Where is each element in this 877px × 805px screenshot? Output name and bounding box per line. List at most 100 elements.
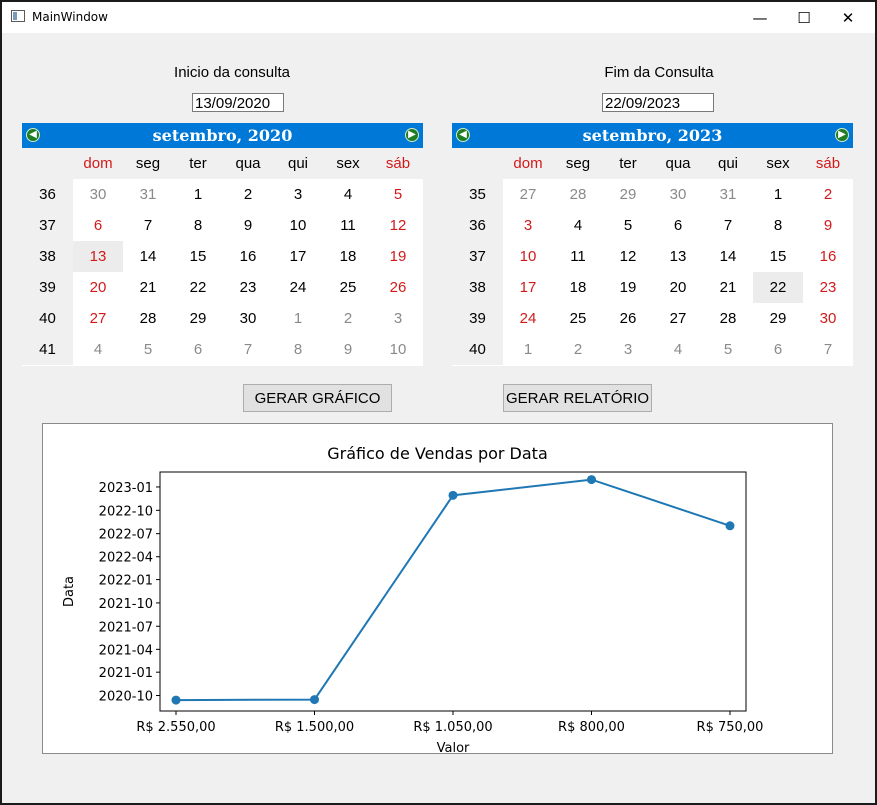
calendar-day[interactable]: 25: [323, 272, 373, 303]
generate-report-button[interactable]: GERAR RELATÓRIO: [503, 384, 652, 412]
calendar-day[interactable]: 14: [703, 241, 753, 272]
calendar-day[interactable]: 28: [703, 303, 753, 334]
calendar-day[interactable]: 3: [603, 334, 653, 365]
close-button[interactable]: ✕: [825, 2, 871, 33]
calendar-day[interactable]: 30: [223, 303, 273, 334]
calendar-day[interactable]: 16: [803, 241, 853, 272]
calendar-day[interactable]: 20: [653, 272, 703, 303]
calendar-day[interactable]: 8: [173, 210, 223, 241]
calendar-day[interactable]: 2: [223, 179, 273, 210]
calendar-day[interactable]: 5: [123, 334, 173, 365]
calendar-day[interactable]: 2: [803, 179, 853, 210]
calendar-day[interactable]: 5: [603, 210, 653, 241]
calendar-day[interactable]: 7: [703, 210, 753, 241]
calendar-day[interactable]: 18: [323, 241, 373, 272]
calendar-day[interactable]: 10: [373, 334, 423, 365]
calendar-day[interactable]: 15: [173, 241, 223, 272]
y-axis-label: Data: [62, 576, 77, 607]
calendar-day[interactable]: 16: [223, 241, 273, 272]
calendar-day[interactable]: 5: [703, 334, 753, 365]
maximize-button[interactable]: ☐: [781, 2, 827, 33]
calendar-day[interactable]: 6: [653, 210, 703, 241]
calendar-day[interactable]: 29: [173, 303, 223, 334]
calendar-day[interactable]: 18: [553, 272, 603, 303]
calendar-day[interactable]: 3: [503, 210, 553, 241]
calendar-day[interactable]: 27: [73, 303, 123, 334]
calendar-day[interactable]: 30: [803, 303, 853, 334]
calendar-day[interactable]: 4: [653, 334, 703, 365]
calendar-day[interactable]: 1: [273, 303, 323, 334]
calendar-day[interactable]: 25: [553, 303, 603, 334]
calendar-day[interactable]: 28: [553, 179, 603, 210]
calendar-day[interactable]: 31: [123, 179, 173, 210]
calendar-day[interactable]: 13: [73, 241, 123, 272]
calendar-day[interactable]: 26: [603, 303, 653, 334]
calendar-day[interactable]: 4: [323, 179, 373, 210]
calendar-day[interactable]: 6: [73, 210, 123, 241]
calendar-day[interactable]: 20: [73, 272, 123, 303]
weekday-header: sex: [753, 148, 803, 179]
start-calendar[interactable]: ◀ setembro, 2020 ▶ dom seg ter qua qui sex sáb…: [22, 123, 423, 366]
calendar-day[interactable]: 6: [753, 334, 803, 365]
calendar-day[interactable]: 29: [753, 303, 803, 334]
calendar-day[interactable]: 5: [373, 179, 423, 210]
calendar-day[interactable]: 27: [503, 179, 553, 210]
start-date-input[interactable]: 13/09/2020: [192, 93, 284, 112]
calendar-day[interactable]: 22: [173, 272, 223, 303]
next-month-icon[interactable]: ▶: [405, 128, 419, 142]
calendar-day[interactable]: 19: [603, 272, 653, 303]
calendar-day[interactable]: 26: [373, 272, 423, 303]
calendar-day[interactable]: 7: [803, 334, 853, 365]
calendar-day[interactable]: 8: [753, 210, 803, 241]
calendar-day[interactable]: 7: [123, 210, 173, 241]
calendar-day[interactable]: 23: [223, 272, 273, 303]
calendar-day[interactable]: 4: [553, 210, 603, 241]
calendar-day[interactable]: 11: [323, 210, 373, 241]
generate-chart-button[interactable]: GERAR GRÁFICO: [243, 384, 392, 412]
calendar-day[interactable]: 9: [323, 334, 373, 365]
calendar-day[interactable]: 1: [173, 179, 223, 210]
calendar-day[interactable]: 30: [73, 179, 123, 210]
calendar-day[interactable]: 14: [123, 241, 173, 272]
minimize-button[interactable]: —: [737, 2, 783, 33]
end-calendar[interactable]: ◀ setembro, 2023 ▶ dom seg ter qua qui sex sáb…: [452, 123, 853, 366]
calendar-day[interactable]: 19: [373, 241, 423, 272]
calendar-day[interactable]: 10: [503, 241, 553, 272]
calendar-day[interactable]: 21: [123, 272, 173, 303]
calendar-day[interactable]: 9: [223, 210, 273, 241]
calendar-day[interactable]: 1: [753, 179, 803, 210]
calendar-day[interactable]: 24: [273, 272, 323, 303]
next-month-icon[interactable]: ▶: [835, 128, 849, 142]
calendar-day[interactable]: 10: [273, 210, 323, 241]
calendar-day[interactable]: 17: [273, 241, 323, 272]
calendar-day[interactable]: 9: [803, 210, 853, 241]
calendar-day[interactable]: 31: [703, 179, 753, 210]
calendar-day[interactable]: 27: [653, 303, 703, 334]
calendar-day[interactable]: 3: [373, 303, 423, 334]
calendar-day[interactable]: 3: [273, 179, 323, 210]
calendar-day[interactable]: 24: [503, 303, 553, 334]
calendar-day[interactable]: 6: [173, 334, 223, 365]
calendar-day[interactable]: 23: [803, 272, 853, 303]
calendar-day[interactable]: 12: [373, 210, 423, 241]
calendar-day[interactable]: 8: [273, 334, 323, 365]
calendar-day[interactable]: 28: [123, 303, 173, 334]
calendar-day[interactable]: 4: [73, 334, 123, 365]
calendar-day[interactable]: 2: [553, 334, 603, 365]
calendar-day[interactable]: 15: [753, 241, 803, 272]
month-year-title[interactable]: setembro, 2020: [22, 126, 423, 145]
calendar-day[interactable]: 11: [553, 241, 603, 272]
calendar-day[interactable]: 2: [323, 303, 373, 334]
calendar-day[interactable]: 7: [223, 334, 273, 365]
x-tick-label: R$ 1.050,00: [413, 720, 492, 735]
calendar-day[interactable]: 13: [653, 241, 703, 272]
calendar-day[interactable]: 29: [603, 179, 653, 210]
calendar-day[interactable]: 21: [703, 272, 753, 303]
calendar-day[interactable]: 30: [653, 179, 703, 210]
calendar-day[interactable]: 12: [603, 241, 653, 272]
calendar-day[interactable]: 1: [503, 334, 553, 365]
calendar-day[interactable]: 22: [753, 272, 803, 303]
month-year-title[interactable]: setembro, 2023: [452, 126, 853, 145]
calendar-day[interactable]: 17: [503, 272, 553, 303]
end-date-input[interactable]: 22/09/2023: [602, 93, 714, 112]
